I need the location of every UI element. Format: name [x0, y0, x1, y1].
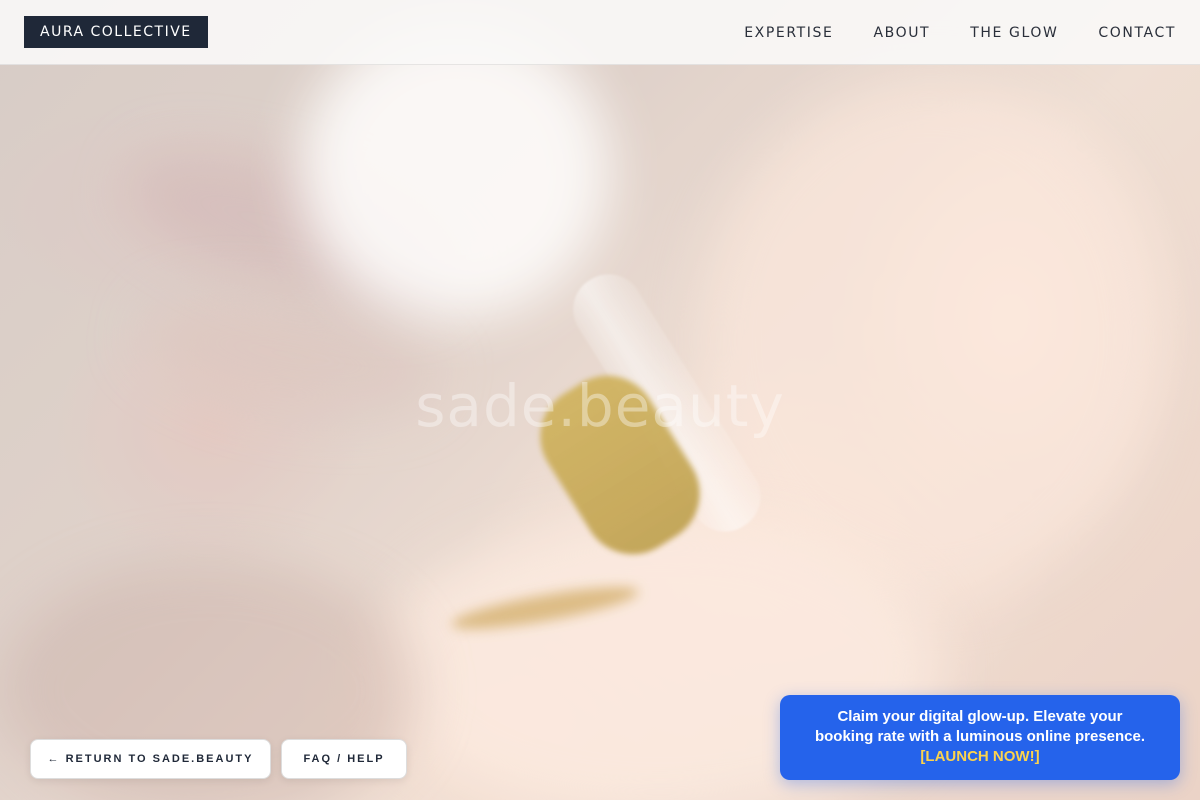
faq-help-button[interactable]: FAQ / HELP [281, 739, 407, 779]
nav-link-expertise[interactable]: EXPERTISE [744, 25, 833, 41]
main-nav: EXPERTISE ABOUT THE GLOW CONTACT [744, 0, 1176, 65]
promo-banner[interactable]: Claim your digital glow-up. Elevate your… [780, 695, 1180, 780]
brand-logo[interactable]: AURA COLLECTIVE [24, 16, 208, 48]
nav-link-contact[interactable]: CONTACT [1098, 25, 1176, 41]
hero-overlay [0, 0, 1200, 800]
site-header: AURA COLLECTIVE EXPERTISE ABOUT THE GLOW… [0, 0, 1200, 65]
hero-background-image [0, 0, 1200, 800]
nav-link-the-glow[interactable]: THE GLOW [970, 25, 1058, 41]
nav-link-about[interactable]: ABOUT [873, 25, 930, 41]
return-to-site-button[interactable]: ← RETURN TO SADE.BEAUTY [30, 739, 271, 779]
promo-text: Claim your digital glow-up. Elevate your… [814, 708, 1146, 745]
launch-now-link[interactable]: [LAUNCH NOW!] [920, 748, 1039, 765]
